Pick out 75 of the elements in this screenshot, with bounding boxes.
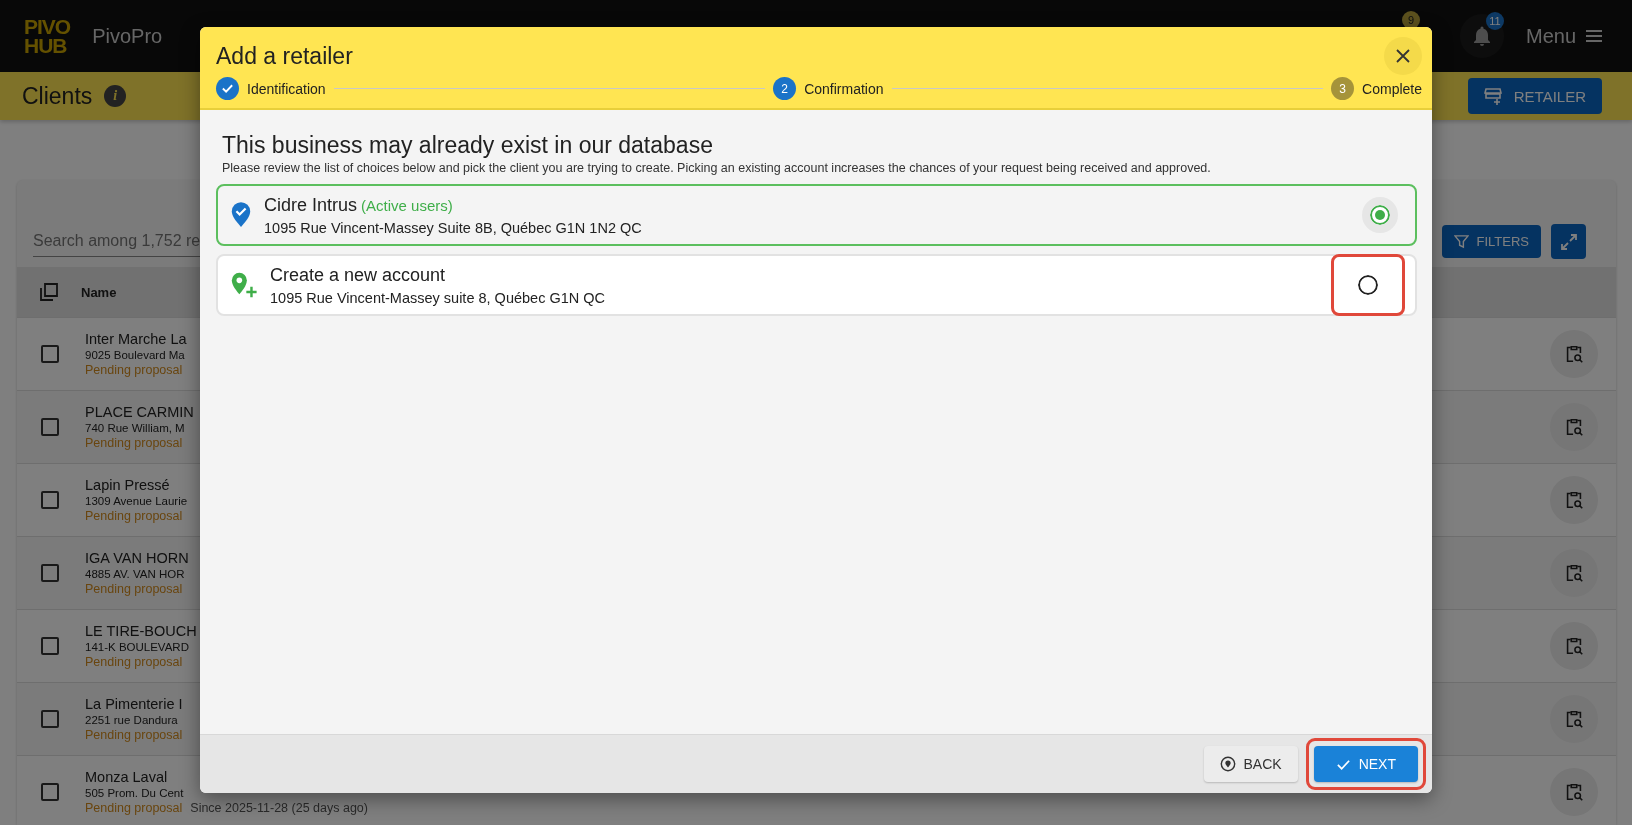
choice-address: 1095 Rue Vincent-Massey suite 8, Québec G1N QC: [270, 289, 605, 306]
client-name: PLACE CARMIN: [85, 404, 195, 420]
step-marker: 2: [773, 77, 797, 100]
since-text: Since 2025-11-28 (25 days ago): [190, 801, 368, 815]
row-checkbox[interactable]: [41, 710, 59, 728]
row-checkbox[interactable]: [41, 491, 59, 509]
status-text: Pending proposal: [85, 436, 183, 450]
choice-card[interactable]: Cidre Intrus (Active users) 1095 Rue Vincent-Massey Suite 8B, Québec G1N 1N2 QC: [216, 184, 1417, 246]
client-address: 9025 Boulevard Ma: [85, 349, 186, 361]
location-icon: [1219, 756, 1236, 772]
status-text: Pending proposal: [85, 509, 183, 523]
page-title: Clients: [22, 82, 93, 110]
choice-name: Cidre Intrus (Active users): [264, 194, 454, 216]
view-details-button[interactable]: [1550, 403, 1598, 451]
client-name: Monza Laval: [85, 769, 169, 785]
dialog-heading: This business may already exist in our database: [221, 132, 714, 159]
menu-button[interactable]: Menu: [1519, 23, 1608, 49]
radio-button[interactable]: [1362, 197, 1398, 233]
choice-card[interactable]: Create a new account 1095 Rue Vincent-Massey suite 8, Québec G1N QC: [216, 254, 1417, 316]
check-icon: [221, 82, 234, 95]
back-button[interactable]: BACK: [1203, 746, 1298, 782]
view-details-button[interactable]: [1550, 695, 1598, 743]
column-header[interactable]: Name: [81, 284, 117, 300]
row-checkbox[interactable]: [41, 418, 59, 436]
add-location-icon: [230, 271, 258, 299]
step-marker: 3: [1331, 77, 1355, 100]
view-details-button[interactable]: [1550, 330, 1598, 378]
client-address: 1309 Avenue Laurie: [85, 495, 189, 507]
expand-button[interactable]: [1551, 224, 1586, 259]
client-name: Lapin Pressé: [85, 477, 171, 493]
logo[interactable]: PIVO HUB: [24, 17, 71, 55]
row-checkbox[interactable]: [41, 637, 59, 655]
status-text: Pending proposal: [85, 655, 183, 669]
search-field[interactable]: Search among 1,752 re: [33, 226, 223, 257]
store-icon: [1483, 86, 1504, 106]
view-details-button[interactable]: [1550, 768, 1598, 816]
status-text: Pending proposal: [85, 363, 183, 377]
notification-badge: 11: [1485, 12, 1504, 30]
step-label: Identification: [247, 80, 326, 97]
brand-name: PivoPro: [92, 24, 163, 48]
view-details-button[interactable]: [1550, 622, 1598, 670]
select-all-icon[interactable]: [39, 282, 59, 302]
client-name: Inter Marche La: [85, 331, 188, 347]
step-label: Confirmation: [804, 80, 884, 97]
dialog-title: Add a retailer: [216, 42, 353, 70]
filters-button[interactable]: FILTERS: [1441, 225, 1541, 258]
row-checkbox[interactable]: [41, 345, 59, 363]
filter-icon: [1453, 234, 1469, 249]
row-checkbox[interactable]: [41, 783, 59, 801]
dialog-description: Please review the list of choices below and pick the client you are trying to create. Picking an existing account increases the chances of your request being received and approved.: [221, 161, 1212, 175]
choice-address: 1095 Rue Vincent-Massey Suite 8B, Québec G1N 1N2 QC: [264, 219, 642, 236]
row-checkbox[interactable]: [41, 564, 59, 582]
status-text: Pending proposal: [85, 801, 183, 815]
view-details-button[interactable]: [1550, 476, 1598, 524]
expand-icon: [1558, 231, 1579, 252]
client-name: IGA VAN HORN: [85, 550, 190, 566]
close-icon: [1396, 49, 1410, 63]
client-address: 4885 AV. VAN HOR: [85, 568, 186, 580]
status-text: Pending proposal: [85, 728, 183, 742]
view-details-button[interactable]: [1550, 549, 1598, 597]
client-name: LE TIRE-BOUCH: [85, 623, 198, 639]
info-icon[interactable]: i: [104, 85, 127, 107]
client-address: 740 Rue William, M: [85, 422, 186, 434]
status-text: Pending proposal: [85, 582, 183, 596]
choice-name: Create a new account: [270, 264, 447, 286]
client-name: La Pimenterie I: [85, 696, 184, 712]
next-button[interactable]: NEXT: [1313, 746, 1418, 782]
client-address: 505 Prom. Du Cent: [85, 787, 185, 799]
step-label: Complete: [1362, 80, 1422, 97]
menu-icon: [1586, 30, 1602, 42]
close-button[interactable]: [1384, 37, 1422, 75]
verified-pin-icon: [230, 202, 252, 228]
client-address: 2251 rue Dandura: [85, 714, 179, 726]
add-retailer-button[interactable]: RETAILER: [1467, 78, 1602, 114]
client-address: 141-K BOULEVARD: [85, 641, 190, 653]
